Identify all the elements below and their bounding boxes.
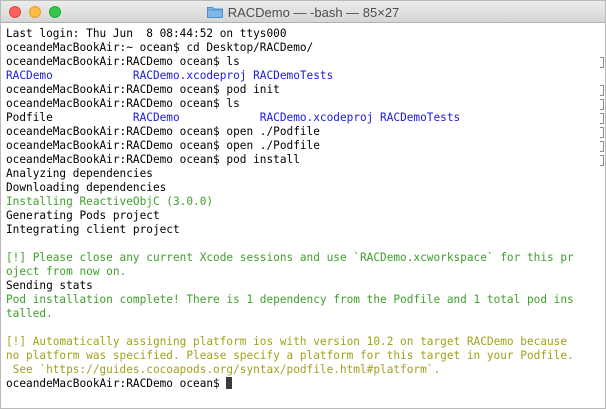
terminal-text: Analyzing dependencies xyxy=(6,167,153,180)
terminal-text: Pod installation complete! There is 1 de… xyxy=(6,293,574,306)
terminal-text: [!] Please close any current Xcode sessi… xyxy=(6,251,574,264)
terminal-text: Installing ReactiveObjC (3.0.0) xyxy=(6,195,214,208)
terminal-line: [!] Automatically assigning platform ios… xyxy=(6,335,600,349)
terminal-text: Last login: Thu Jun 8 08:44:52 on ttys00… xyxy=(6,27,287,40)
terminal-text: Podfile xyxy=(6,111,133,124)
window-title: RACDemo — -bash — 85×27 xyxy=(227,4,400,20)
terminal-output[interactable]: Last login: Thu Jun 8 08:44:52 on ttys00… xyxy=(1,23,605,408)
terminal-line: Analyzing dependencies xyxy=(6,167,600,181)
terminal-text: See `https://guides.cocoapods.org/syntax… xyxy=(6,363,441,376)
terminal-line: talled. xyxy=(6,307,600,321)
terminal-line: oceandeMacBookAir:RACDemo ocean$ open ./… xyxy=(6,139,600,153)
terminal-window: RACDemo — -bash — 85×27 Last login: Thu … xyxy=(0,0,606,409)
terminal-text: oceandeMacBookAir:RACDemo ocean$ pod ins… xyxy=(6,153,300,166)
terminal-line: See `https://guides.cocoapods.org/syntax… xyxy=(6,363,600,377)
terminal-text: oceandeMacBookAir:RACDemo ocean$ pod ini… xyxy=(6,83,280,96)
terminal-text: oceandeMacBookAir:RACDemo ocean$ xyxy=(6,377,227,390)
terminal-line: RACDemo RACDemo.xcodeproj RACDemoTests xyxy=(6,69,600,83)
line-mark-bracket xyxy=(600,141,604,152)
terminal-line: oject from now on. xyxy=(6,265,600,279)
terminal-text: oceandeMacBookAir:RACDemo ocean$ ls xyxy=(6,97,240,110)
terminal-text: oceandeMacBookAir:RACDemo ocean$ open ./… xyxy=(6,125,320,138)
terminal-line: oceandeMacBookAir:RACDemo ocean$ xyxy=(6,377,600,391)
terminal-text: oject from now on. xyxy=(6,265,127,278)
terminal-line: Generating Pods project xyxy=(6,209,600,223)
line-mark-bracket xyxy=(600,99,604,110)
terminal-line: oceandeMacBookAir:RACDemo ocean$ ls xyxy=(6,97,600,111)
terminal-text: RACDemo RACDemo.xcodeproj RACDemoTests xyxy=(132,111,461,124)
terminal-line: Installing ReactiveObjC (3.0.0) xyxy=(6,195,600,209)
terminal-line: oceandeMacBookAir:~ ocean$ cd Desktop/RA… xyxy=(6,41,600,55)
terminal-text: talled. xyxy=(6,307,53,320)
line-mark-bracket xyxy=(600,155,604,166)
terminal-text: RACDemo RACDemo.xcodeproj RACDemoTests xyxy=(6,69,334,82)
terminal-line: Downloading dependencies xyxy=(6,181,600,195)
text-cursor xyxy=(226,377,233,389)
terminal-line: Podfile RACDemo RACDemo.xcodeproj RACDem… xyxy=(6,111,600,125)
terminal-line: oceandeMacBookAir:RACDemo ocean$ pod ini… xyxy=(6,83,600,97)
folder-icon xyxy=(206,7,223,18)
terminal-text: Downloading dependencies xyxy=(6,181,167,194)
line-mark-bracket xyxy=(600,113,604,124)
terminal-line: Last login: Thu Jun 8 08:44:52 on ttys00… xyxy=(6,27,600,41)
terminal-text: Integrating client project xyxy=(6,223,180,236)
window-title-group: RACDemo — -bash — 85×27 xyxy=(1,1,605,23)
terminal-line: [!] Please close any current Xcode sessi… xyxy=(6,251,600,265)
terminal-text: oceandeMacBookAir:~ ocean$ cd Desktop/RA… xyxy=(6,41,314,54)
terminal-text: Sending stats xyxy=(6,279,93,292)
terminal-line: no platform was specified. Please specif… xyxy=(6,349,600,363)
terminal-text: no platform was specified. Please specif… xyxy=(6,349,574,362)
line-mark-bracket xyxy=(600,127,604,138)
terminal-text: oceandeMacBookAir:RACDemo ocean$ open ./… xyxy=(6,139,320,152)
title-bar[interactable]: RACDemo — -bash — 85×27 xyxy=(1,1,605,23)
terminal-text: [!] Automatically assigning platform ios… xyxy=(6,335,568,348)
terminal-line: oceandeMacBookAir:RACDemo ocean$ ls xyxy=(6,55,600,69)
terminal-text: Generating Pods project xyxy=(6,209,160,222)
line-mark-bracket xyxy=(600,85,604,96)
terminal-line: oceandeMacBookAir:RACDemo ocean$ open ./… xyxy=(6,125,600,139)
terminal-line: Sending stats xyxy=(6,279,600,293)
terminal-text: oceandeMacBookAir:RACDemo ocean$ ls xyxy=(6,55,240,68)
terminal-line: Integrating client project xyxy=(6,223,600,237)
terminal-line: oceandeMacBookAir:RACDemo ocean$ pod ins… xyxy=(6,153,600,167)
terminal-line: Pod installation complete! There is 1 de… xyxy=(6,293,600,307)
line-mark-bracket xyxy=(600,57,604,68)
